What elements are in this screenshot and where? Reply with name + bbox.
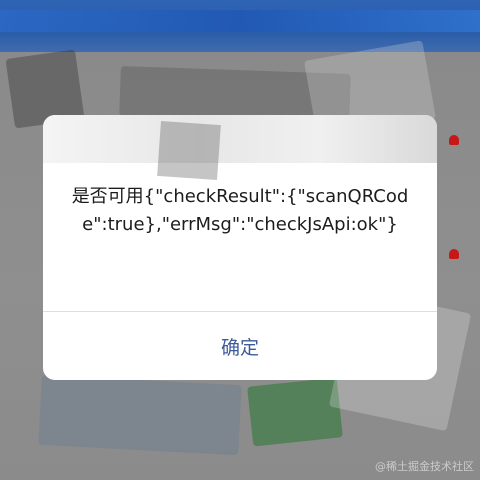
background-smudge (38, 374, 242, 456)
watermark: @稀土掘金技术社区 (375, 460, 474, 473)
background-header-stripe (0, 10, 480, 32)
dialog-message: 是否可用{"checkResult":{"scanQRCode":true},"… (71, 186, 409, 235)
confirm-button[interactable]: 确定 (43, 312, 437, 380)
alert-dialog: 是否可用{"checkResult":{"scanQRCode":true},"… (43, 115, 437, 380)
dialog-header-blurred (43, 115, 437, 163)
background-smudge (247, 377, 343, 447)
bell-icon (449, 135, 459, 145)
dialog-header-smudge (157, 120, 221, 181)
bell-icon (449, 249, 459, 259)
